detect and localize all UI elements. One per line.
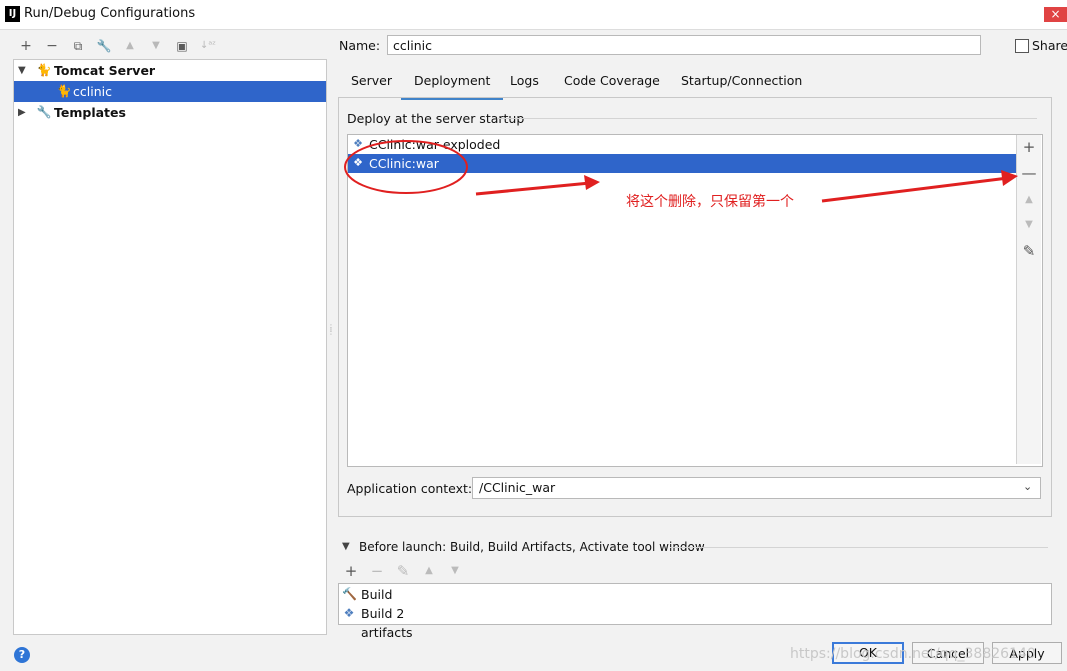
watermark: https://blog.csdn.net/qq_38826140 [790,646,1036,662]
annotation-text: 将这个删除，只保留第一个 [626,194,794,210]
annotation-arrow-left [475,181,591,196]
arrowhead-right [1001,170,1018,186]
arrowhead-left [584,175,600,190]
highlight-circle [344,140,468,194]
help-button[interactable]: ? [14,647,30,663]
annotation-arrow-right [821,176,1009,203]
annotation-overlay [344,140,1018,203]
